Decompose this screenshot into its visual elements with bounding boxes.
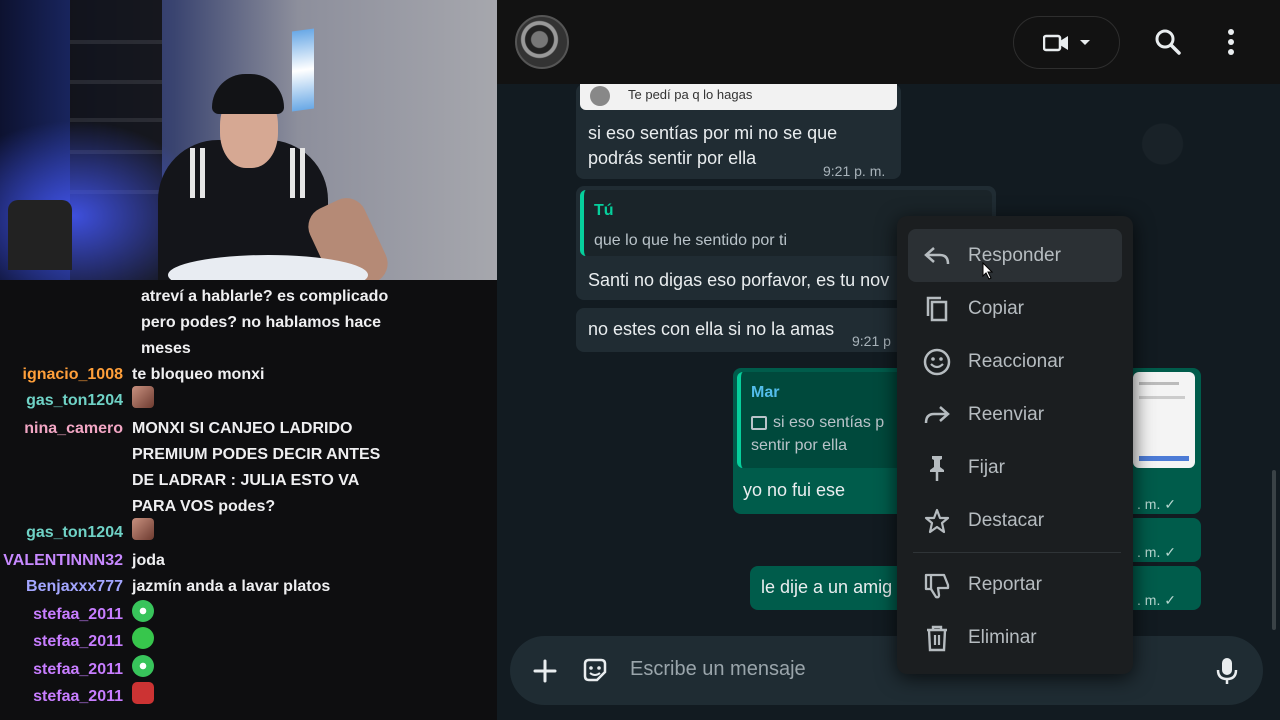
- menu-item-label: Reenviar: [968, 403, 1045, 425]
- chat-username[interactable]: gas_ton1204: [0, 520, 132, 546]
- chat-username[interactable]: Benjaxxx777: [0, 574, 132, 600]
- menu-item-copiar[interactable]: Copiar: [908, 282, 1122, 335]
- chat-message: MONXI SI CANJEO LADRIDO PREMIUM PODES DE…: [132, 420, 381, 515]
- chat-username[interactable]: stefaa_2011: [0, 629, 132, 655]
- message-time: 9:21 p: [852, 333, 891, 349]
- bottle: [8, 200, 72, 270]
- message-text: Santi no digas eso porfavor, es tu nov: [588, 270, 890, 290]
- message-text: yo no fui ese: [743, 480, 846, 500]
- menu-item-label: Reaccionar: [968, 350, 1065, 372]
- message-text: no estes con ella si no la amas: [588, 319, 835, 339]
- message-text: le dije a un amig: [761, 577, 893, 597]
- chat-username[interactable]: nina_camero: [0, 416, 132, 442]
- chevron-down-icon: [1079, 39, 1090, 45]
- emote-icon: [132, 386, 154, 408]
- emoji-icon: [923, 348, 951, 376]
- menu-item-label: Copiar: [968, 297, 1024, 319]
- reply-icon: [923, 242, 951, 270]
- chat-message: te bloqueo monxi: [132, 366, 265, 383]
- menu-item-label: Eliminar: [968, 626, 1037, 648]
- chat-line: gas_ton1204: [0, 518, 497, 548]
- menu-item-fijar[interactable]: Fijar: [908, 441, 1122, 494]
- contact-avatar[interactable]: [515, 15, 569, 69]
- chat-username[interactable]: stefaa_2011: [0, 602, 132, 628]
- reply-avatar: [590, 86, 610, 106]
- video-camera-icon: [1042, 34, 1068, 51]
- menu-item-responder[interactable]: Responder: [908, 229, 1122, 282]
- message-time: . m. ✓: [1137, 496, 1176, 512]
- menu-item-reaccionar[interactable]: Reaccionar: [908, 335, 1122, 388]
- incoming-message[interactable]: Te pedí pa q lo hagas si eso sentías por…: [576, 84, 901, 179]
- chat-username[interactable]: VALENTINNN32: [0, 548, 132, 574]
- menu-item-reportar[interactable]: Reportar: [908, 558, 1122, 611]
- chat-username[interactable]: stefaa_2011: [0, 657, 132, 683]
- microphone-icon[interactable]: [1215, 656, 1239, 686]
- sticker-icon[interactable]: [580, 655, 610, 685]
- copy-icon: [923, 295, 951, 323]
- message-time: . m. ✓: [1137, 544, 1176, 560]
- chat-username[interactable]: stefaa_2011: [0, 684, 132, 710]
- streamer-cap: [212, 74, 284, 114]
- chat-message: joda: [132, 552, 165, 569]
- reply-text: Te pedí pa q lo hagas: [628, 87, 753, 102]
- message-time: 9:21 p. m.: [823, 163, 886, 179]
- whatsapp-window: Te pedí pa q lo hagas si eso sentías por…: [497, 0, 1280, 720]
- message-input[interactable]: Escribe un mensaje: [630, 658, 806, 681]
- menu-item-reenviar[interactable]: Reenviar: [908, 388, 1122, 441]
- chat-line: atreví a hablarle? es complicado pero po…: [0, 284, 497, 362]
- pin-icon: [923, 454, 951, 482]
- image-icon: [751, 415, 767, 430]
- more-options-icon[interactable]: [1215, 26, 1247, 58]
- star-icon: [923, 507, 951, 535]
- slime-emote-icon: [132, 627, 154, 649]
- chat-line: stefaa_2011: [0, 627, 497, 657]
- menu-divider: [913, 552, 1121, 553]
- streamer-webcam: [0, 0, 497, 280]
- chat-line: stefaa_2011: [0, 655, 497, 684]
- report-icon: [923, 571, 951, 599]
- chat-line: VALENTINNN32 joda: [0, 548, 497, 574]
- flag: [292, 28, 314, 112]
- emote-icon: [132, 518, 154, 540]
- stream-chat: atreví a hablarle? es complicado pero po…: [0, 280, 497, 720]
- chat-line: nina_camero MONXI SI CANJEO LADRIDO PREM…: [0, 416, 497, 520]
- alien-emote-icon: [132, 600, 154, 622]
- menu-item-destacar[interactable]: Destacar: [908, 494, 1122, 547]
- chat-username[interactable]: gas_ton1204: [0, 388, 132, 414]
- chat-line: Benjaxxx777 jazmín anda a lavar platos: [0, 574, 497, 602]
- red-emote-icon: [132, 682, 154, 704]
- alien-emote-icon: [132, 655, 154, 677]
- menu-item-label: Destacar: [968, 509, 1045, 531]
- message-time: . m. ✓: [1137, 592, 1176, 608]
- chat-scrollbar[interactable]: [1272, 470, 1276, 630]
- message-composer: Escribe un mensaje: [510, 636, 1263, 705]
- chat-message: jazmín anda a lavar platos: [132, 578, 331, 595]
- incoming-message[interactable]: no estes con ella si no la amas 9:21 p: [576, 308, 916, 352]
- chat-line: ignacio_1008 te bloqueo monxi: [0, 362, 497, 388]
- chat-line: stefaa_2011: [0, 600, 497, 629]
- video-call-button[interactable]: [1013, 16, 1120, 69]
- chat-line: stefaa_2011: [0, 682, 497, 712]
- chat-username[interactable]: ignacio_1008: [0, 362, 132, 388]
- search-icon[interactable]: [1152, 26, 1184, 58]
- chat-message: atreví a hablarle? es complicado pero po…: [141, 288, 389, 357]
- message-context-menu: Responder Copiar Reaccionar Reenviar Fij…: [897, 216, 1133, 674]
- reply-preview: Te pedí pa q lo hagas: [580, 84, 897, 110]
- trash-icon: [923, 624, 951, 652]
- menu-item-eliminar[interactable]: Eliminar: [908, 611, 1122, 664]
- plus-icon[interactable]: [530, 656, 560, 686]
- chat-line: gas_ton1204: [0, 386, 497, 416]
- mouse-cursor-icon: [982, 262, 993, 280]
- chat-header: [497, 0, 1280, 84]
- forward-icon: [923, 401, 951, 429]
- quoted-image-thumbnail: [1133, 372, 1195, 468]
- menu-item-label: Fijar: [968, 456, 1005, 478]
- menu-item-label: Reportar: [968, 573, 1042, 595]
